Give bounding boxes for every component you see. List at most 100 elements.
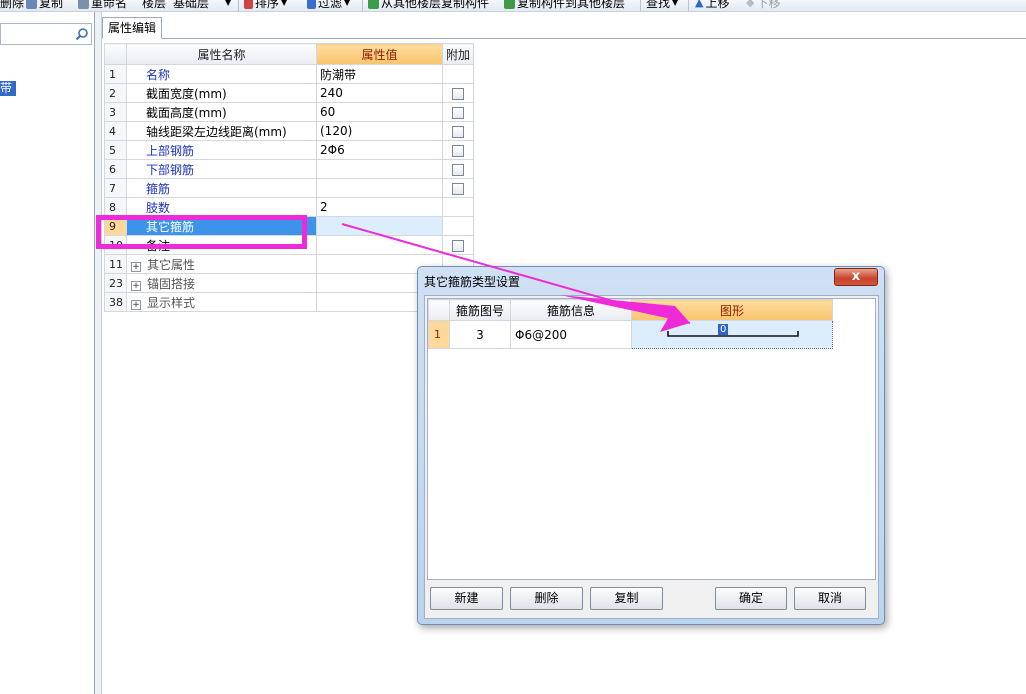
row-number: 6 (104, 159, 127, 179)
find-button[interactable]: 查找 ▼ (646, 0, 678, 11)
copy-button[interactable]: 复制 (26, 0, 63, 11)
new-button[interactable]: 新建 (430, 587, 503, 610)
panel-splitter[interactable] (94, 12, 102, 694)
close-button[interactable]: x (834, 268, 878, 286)
property-name-label: 显示样式 (147, 295, 196, 310)
delete-button[interactable]: 删除 (0, 0, 24, 11)
copy-from-floor-icon (368, 0, 379, 9)
table-row[interactable]: 1 3 Φ6@200 0 (428, 320, 833, 349)
floor-label: 楼层 (142, 0, 166, 11)
property-value-cell[interactable]: 60 (316, 102, 443, 122)
property-name-label: 锚固搭接 (147, 276, 196, 291)
extra-cell (441, 102, 475, 122)
table-row[interactable]: 5 上部钢筋 2Φ6 (104, 140, 475, 160)
stirrup-info-cell[interactable]: Φ6@200 (510, 320, 632, 349)
extra-checkbox[interactable] (452, 125, 464, 138)
extra-checkbox[interactable] (452, 239, 464, 252)
move-down-label: 下移 (756, 0, 781, 10)
property-name-cell[interactable]: 下部钢筋 (126, 159, 317, 179)
component-list-panel: 带 (0, 12, 94, 694)
copy-button[interactable]: 复制 (590, 587, 663, 610)
copy-to-floor-button[interactable]: 复制构件到其他楼层 (504, 0, 625, 11)
extra-checkbox[interactable] (452, 182, 464, 195)
filter-button[interactable]: 过滤 ▼ (307, 0, 350, 11)
row-number-header (104, 43, 127, 65)
shape-no-cell[interactable]: 3 (449, 320, 511, 349)
close-icon: x (851, 269, 861, 284)
table-row[interactable]: 8 肢数 2 (104, 197, 475, 217)
filter-label: 过滤 (318, 0, 343, 10)
property-name-cell[interactable]: + 锚固搭接 (126, 273, 317, 293)
sort-button[interactable]: 排序 ▼ (244, 0, 287, 11)
floor-select[interactable]: 基础层 ▼ (173, 0, 231, 11)
property-name-cell[interactable]: 轴线距梁左边线距离(mm) (126, 121, 317, 141)
chevron-down-icon: ▼ (672, 0, 679, 7)
property-value-cell[interactable]: 防潮带 (316, 64, 443, 84)
expand-icon[interactable]: + (131, 261, 141, 272)
copy-to-floor-icon (504, 0, 515, 9)
property-name-label: 轴线距梁左边线距离(mm) (146, 124, 287, 139)
search-icon[interactable] (75, 27, 89, 41)
copy-from-floor-button[interactable]: 从其他楼层复制构件 (368, 0, 489, 11)
property-value-cell[interactable]: 240 (316, 83, 443, 103)
table-row[interactable]: 6 下部钢筋 (104, 159, 475, 179)
tree-item-selected[interactable]: 带 (0, 81, 16, 96)
shape-no-header: 箍筋图号 (449, 299, 511, 321)
property-value-cell[interactable] (316, 178, 443, 198)
sort-icon (244, 0, 253, 9)
property-name-cell[interactable]: 名称 (126, 64, 317, 84)
table-row[interactable]: 4 轴线距梁左边线距离(mm) (120) (104, 121, 475, 141)
row-number: 5 (104, 140, 127, 160)
extra-checkbox[interactable] (452, 144, 464, 157)
property-value-cell[interactable] (316, 159, 443, 179)
shape-cell[interactable]: 0 (631, 320, 833, 349)
property-value-cell[interactable] (316, 235, 443, 255)
table-row[interactable]: 7 箍筋 (104, 178, 475, 198)
search-input[interactable] (0, 23, 92, 45)
other-stirrup-dialog: 其它箍筋类型设置 x 箍筋图号 箍筋信息 图形 1 3 Φ6@200 0 新建 … (417, 266, 885, 625)
ok-button[interactable]: 确定 (715, 587, 787, 610)
extra-header: 附加 (441, 43, 475, 65)
extra-cell (441, 178, 475, 198)
property-value-cell[interactable]: 2Φ6 (316, 140, 443, 160)
extra-cell (441, 235, 475, 255)
property-name-cell[interactable]: + 其它属性 (126, 254, 317, 274)
move-down-button[interactable]: ◆ 下移 (746, 0, 780, 11)
row-number-header (428, 299, 450, 321)
property-name-cell[interactable]: 截面高度(mm) (126, 102, 317, 122)
move-up-button[interactable]: ▲ 上移 (695, 0, 729, 11)
property-value-cell[interactable]: (120) (316, 121, 443, 141)
tab-property-edit[interactable]: 属性编辑 (102, 17, 163, 39)
row-number: 2 (104, 83, 127, 103)
property-value-cell[interactable] (316, 216, 443, 236)
copy-label: 复制 (39, 0, 64, 10)
property-name-cell[interactable]: + 显示样式 (126, 292, 317, 312)
dialog-title: 其它箍筋类型设置 (424, 275, 521, 289)
extra-checkbox[interactable] (452, 87, 464, 100)
row-number: 1 (104, 64, 127, 84)
copy-to-floor-label: 复制构件到其他楼层 (517, 0, 626, 10)
filter-icon (307, 0, 316, 9)
delete-button[interactable]: 删除 (510, 587, 583, 610)
property-name-cell[interactable]: 截面宽度(mm) (126, 83, 317, 103)
property-value-cell[interactable]: 2 (316, 197, 443, 217)
row-number: 7 (104, 178, 127, 198)
expand-icon[interactable]: + (131, 280, 141, 291)
extra-checkbox[interactable] (452, 106, 464, 119)
cancel-button[interactable]: 取消 (794, 587, 866, 610)
property-name-cell[interactable]: 箍筋 (126, 178, 317, 198)
table-row[interactable]: 2 截面宽度(mm) 240 (104, 83, 475, 103)
extra-checkbox[interactable] (452, 163, 464, 176)
table-row[interactable]: 3 截面高度(mm) 60 (104, 102, 475, 122)
extra-cell (441, 216, 475, 236)
floor-select-value: 基础层 (173, 0, 210, 10)
extra-cell (441, 159, 475, 179)
property-name-cell[interactable]: 肢数 (126, 197, 317, 217)
table-row[interactable]: 1 名称 防潮带 (104, 64, 475, 84)
property-name-cell[interactable]: 上部钢筋 (126, 140, 317, 160)
expand-icon[interactable]: + (131, 299, 141, 310)
extra-cell (441, 64, 475, 84)
property-name-header: 属性名称 (126, 43, 317, 65)
rename-button[interactable]: 重命名 (78, 0, 127, 11)
move-up-icon: ▲ (695, 0, 704, 9)
